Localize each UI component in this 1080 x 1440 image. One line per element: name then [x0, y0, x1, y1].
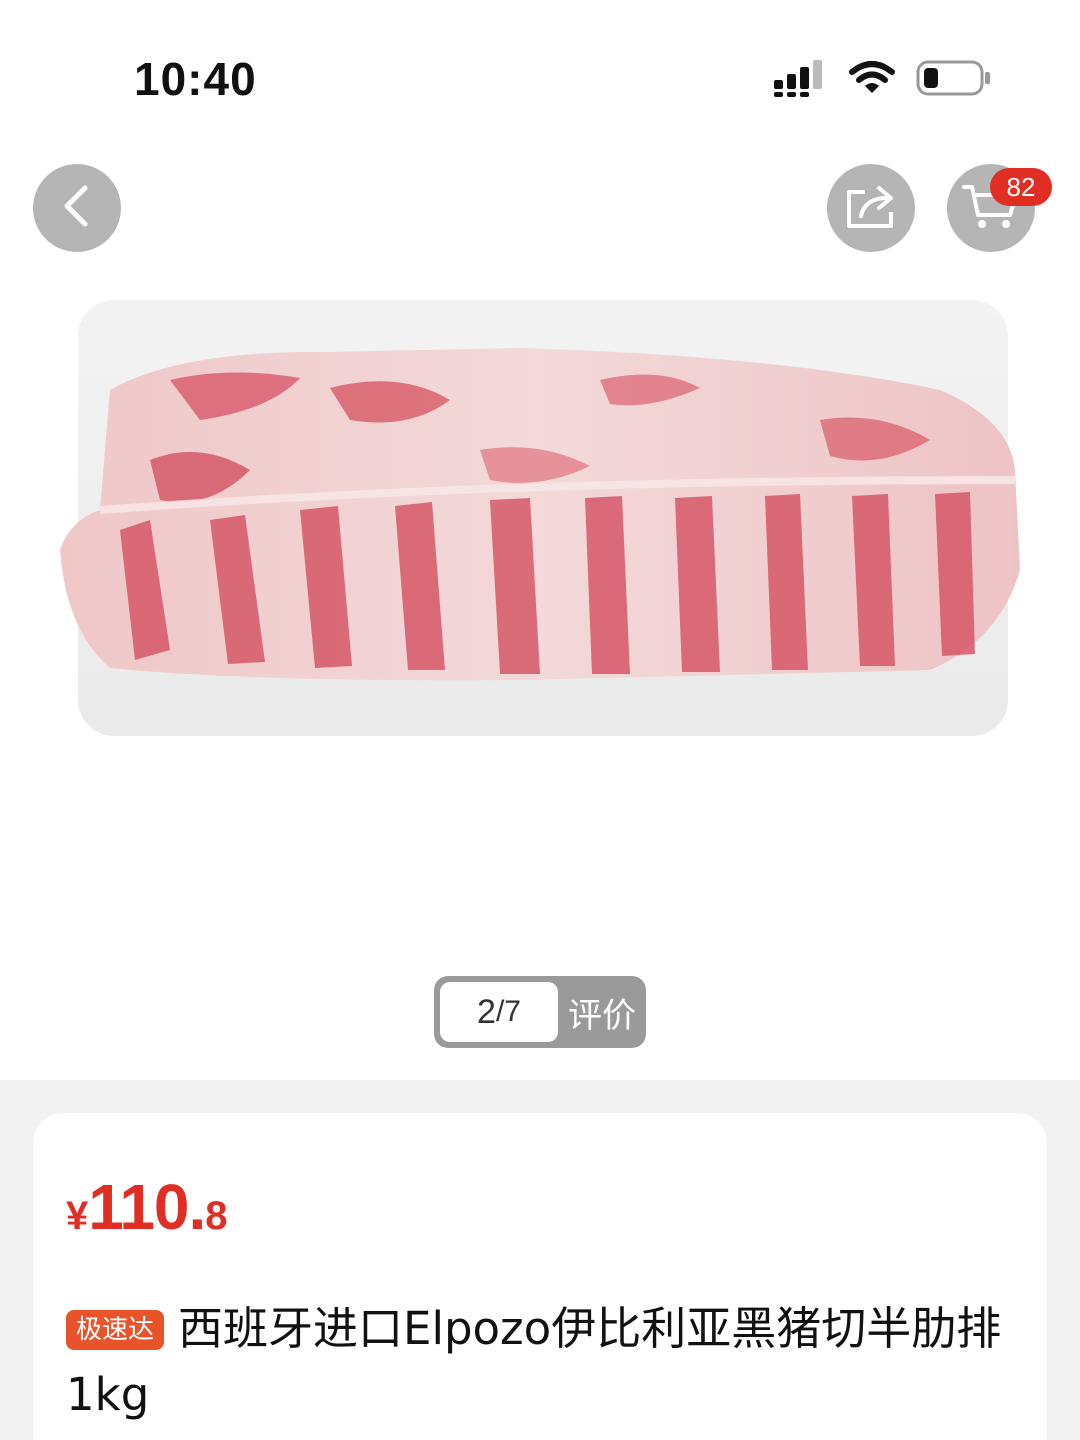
status-bar: 10:40	[0, 0, 1080, 140]
review-tab[interactable]: 评价	[558, 976, 646, 1048]
cart-count-badge: 82	[990, 168, 1052, 206]
product-image	[60, 300, 1020, 736]
battery-icon	[916, 59, 992, 101]
chevron-left-icon	[57, 184, 97, 232]
signal-icon	[774, 58, 828, 102]
price-currency: ¥	[66, 1194, 89, 1238]
wifi-icon	[848, 60, 896, 100]
price-decimal: 8	[205, 1194, 228, 1238]
price-integer: 110.	[88, 1171, 206, 1243]
product-price: ¥110. 8	[66, 1170, 228, 1244]
status-icons	[774, 58, 992, 102]
product-detail-screen: 10:40 82 2 /7 评价 ¥ 110. 8 极速达 西班牙进口Elpoz…	[0, 0, 1080, 1440]
share-button[interactable]	[827, 164, 915, 252]
product-title-text: 西班牙进口Elpozo伊比利亚黑猪切半肋排1kg	[66, 1302, 1002, 1421]
image-pager: 2/7 评价	[434, 976, 646, 1048]
product-image-carousel[interactable]	[0, 270, 1080, 970]
status-time: 10:40	[134, 53, 257, 105]
product-title: 极速达 西班牙进口Elpozo伊比利亚黑猪切半肋排1kg	[66, 1296, 1006, 1428]
image-counter-current: 2	[477, 992, 496, 1031]
back-button[interactable]	[33, 164, 121, 252]
image-counter: 2/7	[440, 982, 558, 1042]
share-icon	[843, 182, 899, 234]
image-counter-total: /7	[495, 995, 521, 1028]
express-delivery-tag: 极速达	[66, 1310, 165, 1350]
